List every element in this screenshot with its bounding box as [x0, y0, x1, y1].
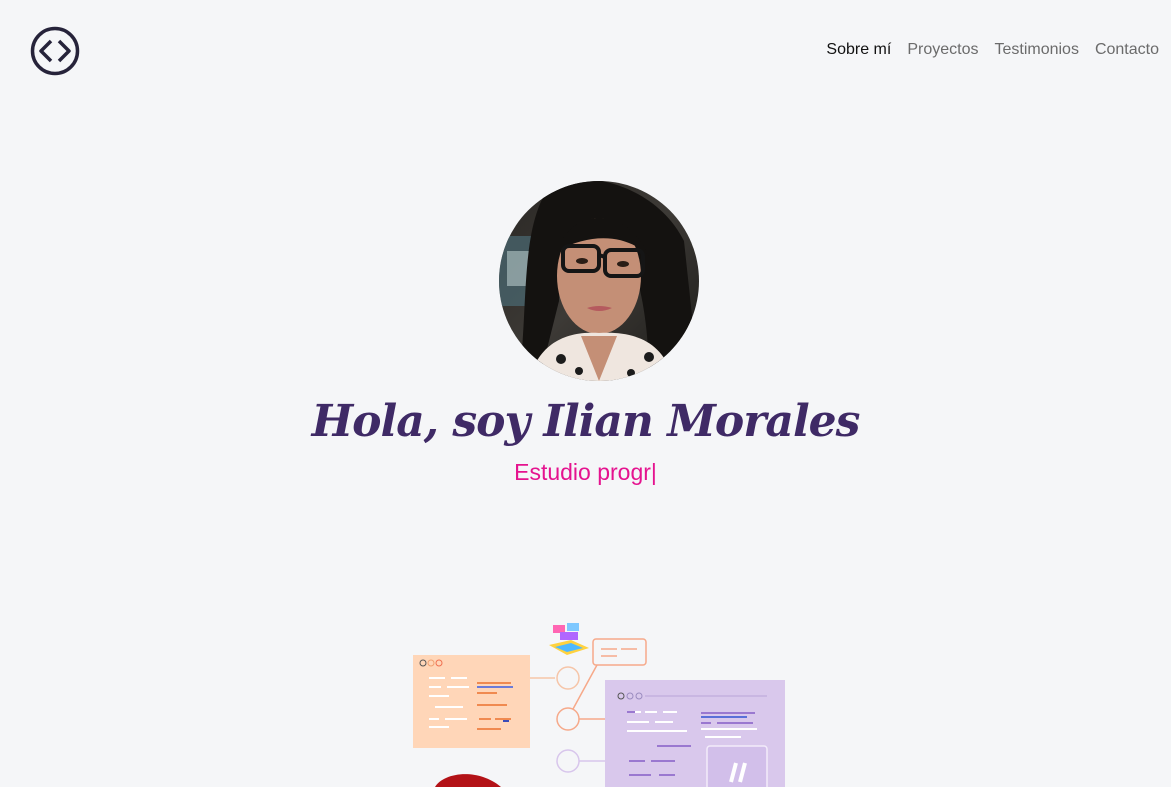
code-brackets-icon[interactable]	[30, 26, 80, 76]
nav-link-proyectos[interactable]: Proyectos	[907, 41, 978, 59]
navbar: Sobre mí Proyectos Testimonios Contacto	[0, 0, 1171, 100]
nav-link-testimonios[interactable]: Testimonios	[994, 41, 1078, 59]
nav-link-contacto[interactable]: Contacto	[1095, 41, 1159, 59]
main-nav: Sobre mí Proyectos Testimonios Contacto	[826, 41, 1159, 59]
coding-illustration	[413, 623, 785, 787]
profile-photo	[499, 181, 699, 381]
hero-subtitle: Estudio progr|	[514, 459, 657, 485]
nav-link-sobre-mi[interactable]: Sobre mí	[826, 41, 891, 59]
hero-title: Hola, soy Ilian Morales	[311, 396, 861, 447]
